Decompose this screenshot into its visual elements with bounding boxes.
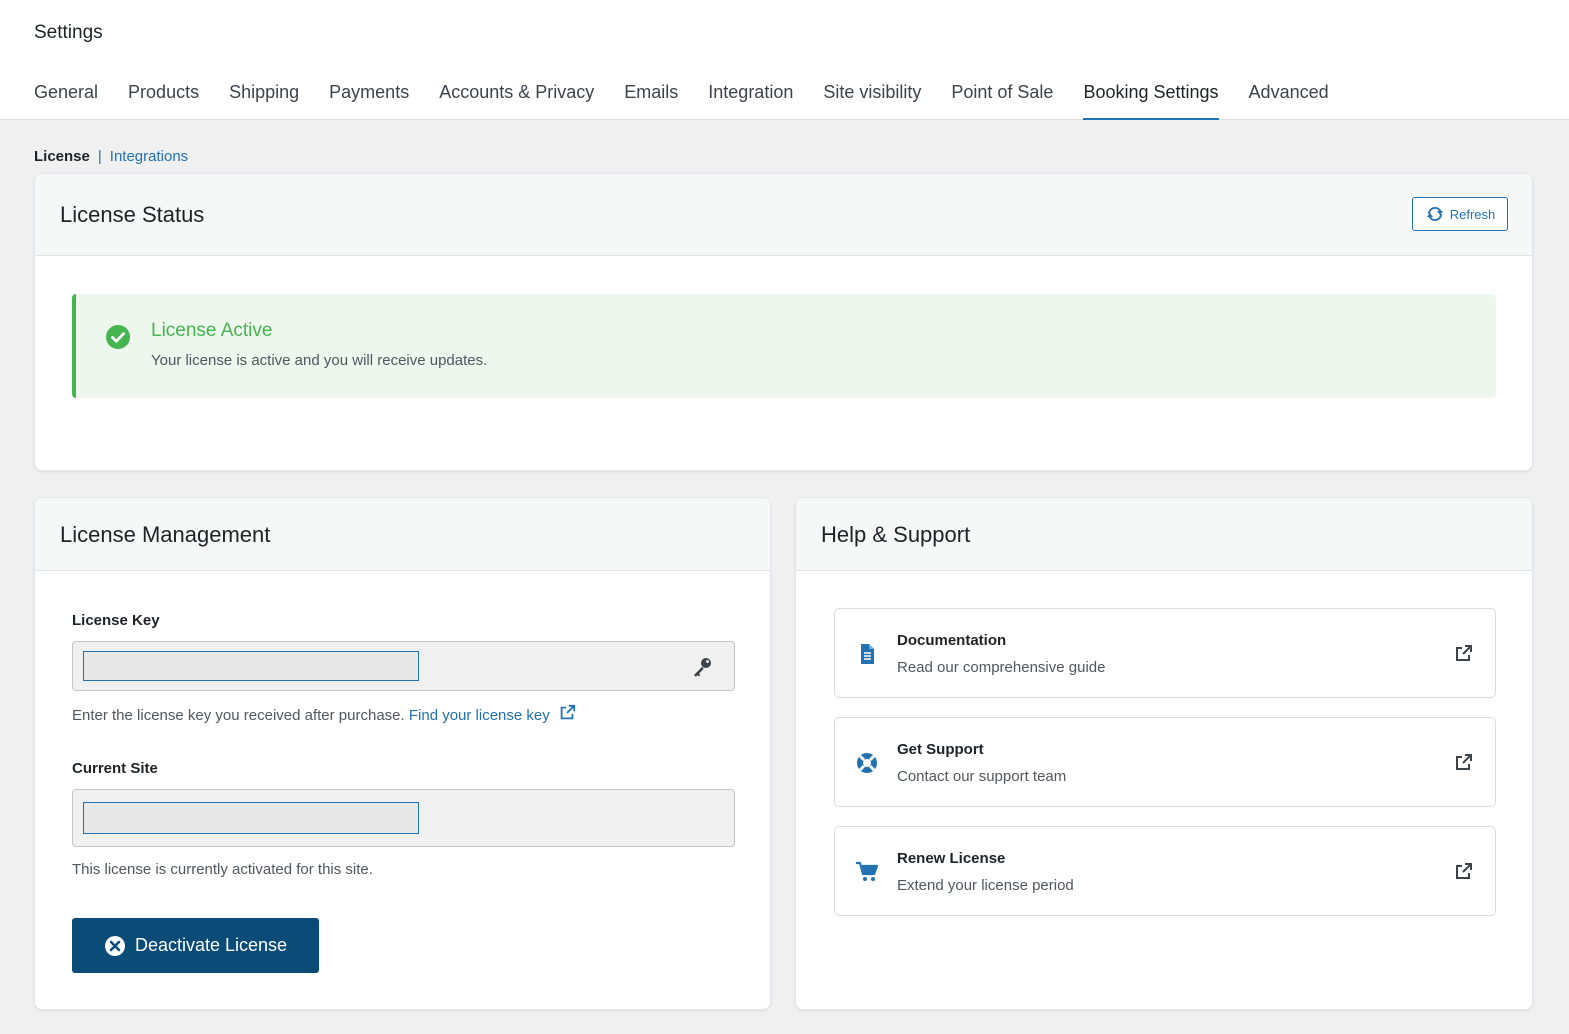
subnav-license[interactable]: License (34, 148, 90, 165)
tab-site-visibility[interactable]: Site visibility (823, 78, 921, 120)
find-license-key-link[interactable]: Find your license key (408, 704, 576, 724)
deactivate-license-label: Deactivate License (134, 935, 288, 955)
tab-products[interactable]: Products (128, 78, 199, 120)
document-icon (861, 644, 874, 664)
license-status-title: License Status (60, 202, 205, 227)
notice-title: License Active (151, 320, 273, 341)
refresh-label: Refresh (1449, 206, 1496, 222)
get-support-desc: Contact our support team (897, 768, 1067, 785)
license-management-title: License Management (60, 522, 271, 547)
get-support-title: Get Support (897, 741, 984, 758)
help-support-card: Help & Support Documentation Read our co… (795, 497, 1533, 1010)
settings-header: Settings General Products Shipping Payme… (0, 0, 1569, 120)
subnav-integrations-link[interactable]: Integrations (110, 148, 188, 165)
tab-point-of-sale[interactable]: Point of Sale (951, 78, 1053, 120)
license-key-label: License Key (72, 612, 160, 629)
sub-navigation: License | Integrations (34, 148, 188, 165)
refresh-button[interactable]: Refresh (1412, 197, 1508, 231)
license-management-header: License Management (35, 498, 770, 571)
current-site-input[interactable] (83, 802, 419, 834)
cart-icon (856, 861, 879, 881)
deactivate-license-button[interactable]: Deactivate License (72, 918, 319, 973)
documentation-item[interactable]: Documentation Read our comprehensive gui… (834, 608, 1496, 698)
license-status-card: License Status Refresh License Active Yo… (34, 173, 1533, 471)
current-site-help: This license is currently activated for … (72, 861, 373, 878)
tab-integration[interactable]: Integration (708, 78, 793, 120)
license-status-header: License Status Refresh (35, 174, 1532, 256)
license-key-field[interactable] (72, 641, 735, 691)
subnav-separator: | (97, 148, 102, 165)
tab-booking-settings[interactable]: Booking Settings (1083, 78, 1219, 120)
renew-license-item[interactable]: Renew License Extend your license period (834, 826, 1496, 916)
tab-accounts-privacy[interactable]: Accounts & Privacy (439, 78, 594, 120)
external-link-icon (1456, 754, 1472, 770)
help-support-title: Help & Support (821, 522, 971, 547)
license-management-card: License Management License Key Enter the… (34, 497, 771, 1010)
license-key-help: Enter the license key you received after… (72, 704, 576, 724)
license-key-help-text: Enter the license key you received after… (72, 707, 405, 724)
lifebuoy-icon (857, 753, 877, 773)
license-active-notice: License Active Your license is active an… (72, 294, 1496, 398)
tab-advanced[interactable]: Advanced (1249, 78, 1329, 120)
current-site-field[interactable] (72, 789, 735, 847)
tab-payments[interactable]: Payments (329, 78, 409, 120)
page-title: Settings (34, 22, 103, 43)
get-support-item[interactable]: Get Support Contact our support team (834, 717, 1496, 807)
close-circle-icon (104, 935, 125, 956)
tab-emails[interactable]: Emails (624, 78, 678, 120)
license-key-input[interactable] (83, 651, 419, 681)
renew-license-title: Renew License (897, 850, 1006, 867)
renew-license-desc: Extend your license period (897, 877, 1074, 894)
refresh-icon (1426, 207, 1443, 221)
key-icon (694, 658, 711, 677)
documentation-desc: Read our comprehensive guide (897, 659, 1106, 676)
tab-shipping[interactable]: Shipping (229, 78, 299, 120)
find-license-key-label: Find your license key (408, 707, 550, 724)
external-link-icon (1456, 645, 1472, 661)
help-support-header: Help & Support (796, 498, 1532, 571)
external-link-icon (560, 704, 576, 720)
check-circle-icon (106, 325, 130, 349)
documentation-title: Documentation (897, 632, 1007, 649)
current-site-label: Current Site (72, 760, 158, 777)
tab-general[interactable]: General (34, 78, 98, 120)
external-link-icon (1456, 863, 1472, 879)
settings-tabs: General Products Shipping Payments Accou… (34, 78, 1359, 120)
notice-description: Your license is active and you will rece… (151, 352, 488, 369)
